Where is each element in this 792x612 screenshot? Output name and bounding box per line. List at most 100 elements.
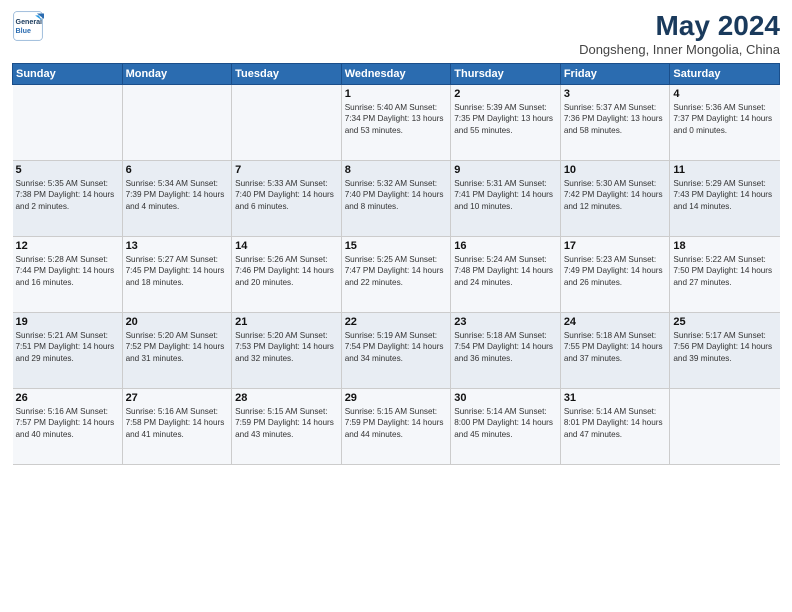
day-number: 6 (126, 164, 229, 176)
header-row: Sunday Monday Tuesday Wednesday Thursday… (13, 64, 780, 85)
calendar-cell (122, 85, 232, 161)
cell-info: Sunrise: 5:36 AM Sunset: 7:37 PM Dayligh… (673, 102, 776, 136)
calendar-cell: 8 Sunrise: 5:32 AM Sunset: 7:40 PM Daylig… (341, 161, 451, 237)
cell-info: Sunrise: 5:31 AM Sunset: 7:41 PM Dayligh… (454, 178, 557, 212)
day-number: 9 (454, 164, 557, 176)
cell-info: Sunrise: 5:14 AM Sunset: 8:01 PM Dayligh… (564, 406, 667, 440)
cell-info: Sunrise: 5:19 AM Sunset: 7:54 PM Dayligh… (345, 330, 448, 364)
day-number: 23 (454, 316, 557, 328)
day-number: 3 (564, 88, 667, 100)
day-number: 24 (564, 316, 667, 328)
col-monday: Monday (122, 64, 232, 85)
calendar-cell: 14Sunrise: 5:26 AM Sunset: 7:46 PM Dayli… (232, 237, 342, 313)
calendar-cell: 2 Sunrise: 5:39 AM Sunset: 7:35 PM Daylig… (451, 85, 561, 161)
cell-info: Sunrise: 5:39 AM Sunset: 7:35 PM Dayligh… (454, 102, 557, 136)
calendar-cell (232, 85, 342, 161)
calendar-cell: 22 Sunrise: 5:19 AM Sunset: 7:54 PM Dayli… (341, 313, 451, 389)
calendar-cell: 28 Sunrise: 5:15 AM Sunset: 7:59 PM Dayli… (232, 389, 342, 465)
calendar-cell: 7 Sunrise: 5:33 AM Sunset: 7:40 PM Daylig… (232, 161, 342, 237)
cell-info: Sunrise: 5:32 AM Sunset: 7:40 PM Dayligh… (345, 178, 448, 212)
calendar-week-5: 26 Sunrise: 5:16 AM Sunset: 7:57 PM Dayli… (13, 389, 780, 465)
logo-icon: General Blue (12, 10, 44, 42)
calendar-cell: 21Sunrise: 5:20 AM Sunset: 7:53 PM Dayli… (232, 313, 342, 389)
calendar-cell: 26 Sunrise: 5:16 AM Sunset: 7:57 PM Dayli… (13, 389, 123, 465)
day-number: 19 (16, 316, 119, 328)
day-number: 30 (454, 392, 557, 404)
cell-info: Sunrise: 5:15 AM Sunset: 7:59 PM Dayligh… (235, 406, 338, 440)
day-number: 20 (126, 316, 229, 328)
calendar-cell: 30 Sunrise: 5:14 AM Sunset: 8:00 PM Dayli… (451, 389, 561, 465)
svg-text:Blue: Blue (16, 27, 31, 35)
calendar-cell: 17Sunrise: 5:23 AM Sunset: 7:49 PM Dayli… (560, 237, 670, 313)
cell-info: Sunrise: 5:21 AM Sunset: 7:51 PM Dayligh… (16, 330, 119, 364)
day-number: 12 (16, 240, 119, 252)
day-number: 18 (673, 240, 776, 252)
cell-info: Sunrise: 5:28 AM Sunset: 7:44 PM Dayligh… (16, 254, 119, 288)
cell-info: Sunrise: 5:24 AM Sunset: 7:48 PM Dayligh… (454, 254, 557, 288)
cell-info: Sunrise: 5:37 AM Sunset: 7:36 PM Dayligh… (564, 102, 667, 136)
calendar-cell (13, 85, 123, 161)
day-number: 17 (564, 240, 667, 252)
calendar-week-3: 12 Sunrise: 5:28 AM Sunset: 7:44 PM Dayli… (13, 237, 780, 313)
cell-info: Sunrise: 5:25 AM Sunset: 7:47 PM Dayligh… (345, 254, 448, 288)
col-sunday: Sunday (13, 64, 123, 85)
day-number: 8 (345, 164, 448, 176)
calendar-cell: 13Sunrise: 5:27 AM Sunset: 7:45 PM Dayli… (122, 237, 232, 313)
title-block: May 2024 Dongsheng, Inner Mongolia, Chin… (579, 10, 780, 57)
calendar-cell: 4 Sunrise: 5:36 AM Sunset: 7:37 PM Daylig… (670, 85, 780, 161)
cell-info: Sunrise: 5:20 AM Sunset: 7:52 PM Dayligh… (126, 330, 229, 364)
day-number: 13 (126, 240, 229, 252)
calendar-cell: 15Sunrise: 5:25 AM Sunset: 7:47 PM Dayli… (341, 237, 451, 313)
day-number: 22 (345, 316, 448, 328)
calendar-cell: 9 Sunrise: 5:31 AM Sunset: 7:41 PM Daylig… (451, 161, 561, 237)
calendar-cell: 29 Sunrise: 5:15 AM Sunset: 7:59 PM Dayli… (341, 389, 451, 465)
day-number: 2 (454, 88, 557, 100)
calendar-cell: 11Sunrise: 5:29 AM Sunset: 7:43 PM Dayli… (670, 161, 780, 237)
day-number: 7 (235, 164, 338, 176)
cell-info: Sunrise: 5:30 AM Sunset: 7:42 PM Dayligh… (564, 178, 667, 212)
cell-info: Sunrise: 5:15 AM Sunset: 7:59 PM Dayligh… (345, 406, 448, 440)
day-number: 27 (126, 392, 229, 404)
day-number: 14 (235, 240, 338, 252)
calendar-cell: 16 Sunrise: 5:24 AM Sunset: 7:48 PM Dayli… (451, 237, 561, 313)
cell-info: Sunrise: 5:16 AM Sunset: 7:57 PM Dayligh… (16, 406, 119, 440)
calendar-cell: 10 Sunrise: 5:30 AM Sunset: 7:42 PM Dayli… (560, 161, 670, 237)
day-number: 5 (16, 164, 119, 176)
calendar-cell: 6 Sunrise: 5:34 AM Sunset: 7:39 PM Daylig… (122, 161, 232, 237)
day-number: 29 (345, 392, 448, 404)
calendar-cell: 31 Sunrise: 5:14 AM Sunset: 8:01 PM Dayli… (560, 389, 670, 465)
col-wednesday: Wednesday (341, 64, 451, 85)
calendar-cell: 12 Sunrise: 5:28 AM Sunset: 7:44 PM Dayli… (13, 237, 123, 313)
day-number: 4 (673, 88, 776, 100)
calendar-cell: 5Sunrise: 5:35 AM Sunset: 7:38 PM Daylig… (13, 161, 123, 237)
calendar-cell: 25Sunrise: 5:17 AM Sunset: 7:56 PM Dayli… (670, 313, 780, 389)
cell-info: Sunrise: 5:29 AM Sunset: 7:43 PM Dayligh… (673, 178, 776, 212)
calendar-cell: 18Sunrise: 5:22 AM Sunset: 7:50 PM Dayli… (670, 237, 780, 313)
col-saturday: Saturday (670, 64, 780, 85)
col-thursday: Thursday (451, 64, 561, 85)
day-number: 1 (345, 88, 448, 100)
cell-info: Sunrise: 5:20 AM Sunset: 7:53 PM Dayligh… (235, 330, 338, 364)
cell-info: Sunrise: 5:14 AM Sunset: 8:00 PM Dayligh… (454, 406, 557, 440)
col-friday: Friday (560, 64, 670, 85)
calendar-week-1: 1Sunrise: 5:40 AM Sunset: 7:34 PM Daylig… (13, 85, 780, 161)
day-number: 31 (564, 392, 667, 404)
cell-info: Sunrise: 5:34 AM Sunset: 7:39 PM Dayligh… (126, 178, 229, 212)
header: General Blue May 2024 Dongsheng, Inner M… (12, 10, 780, 57)
calendar-week-4: 19 Sunrise: 5:21 AM Sunset: 7:51 PM Dayli… (13, 313, 780, 389)
calendar-cell: 1Sunrise: 5:40 AM Sunset: 7:34 PM Daylig… (341, 85, 451, 161)
day-number: 16 (454, 240, 557, 252)
cell-info: Sunrise: 5:18 AM Sunset: 7:55 PM Dayligh… (564, 330, 667, 364)
calendar-cell (670, 389, 780, 465)
svg-text:General: General (16, 18, 43, 26)
cell-info: Sunrise: 5:16 AM Sunset: 7:58 PM Dayligh… (126, 406, 229, 440)
cell-info: Sunrise: 5:17 AM Sunset: 7:56 PM Dayligh… (673, 330, 776, 364)
calendar-title: May 2024 (579, 10, 780, 42)
calendar-cell: 20 Sunrise: 5:20 AM Sunset: 7:52 PM Dayli… (122, 313, 232, 389)
day-number: 10 (564, 164, 667, 176)
cell-info: Sunrise: 5:18 AM Sunset: 7:54 PM Dayligh… (454, 330, 557, 364)
cell-info: Sunrise: 5:33 AM Sunset: 7:40 PM Dayligh… (235, 178, 338, 212)
day-number: 26 (16, 392, 119, 404)
day-number: 28 (235, 392, 338, 404)
page: General Blue May 2024 Dongsheng, Inner M… (0, 0, 792, 612)
